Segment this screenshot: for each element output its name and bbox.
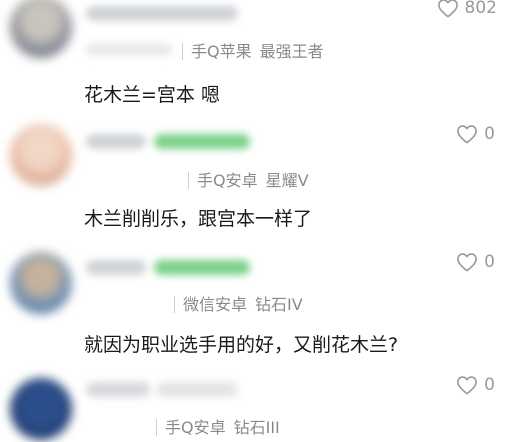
user-badge-blurred (154, 260, 250, 275)
username-blurred[interactable] (86, 6, 238, 21)
user-level-blurred (86, 44, 172, 55)
like-count: 0 (484, 375, 495, 395)
rank-label: 钻石III (233, 418, 280, 437)
user-badge-blurred (156, 382, 238, 397)
comment-meta: 手Q苹果 最强王者 (182, 38, 324, 62)
comment-meta: 手Q安卓 星耀V (188, 167, 309, 191)
avatar[interactable] (10, 124, 72, 186)
user-badge-blurred (154, 134, 250, 149)
device-label: 手Q苹果 (191, 42, 252, 61)
comment-feed: 手Q苹果 最强王者 花木兰=宫本 嗯 802 手Q安卓 星耀V 木兰削削乐，跟宫本一… (0, 0, 529, 442)
avatar[interactable] (10, 378, 72, 440)
device-label: 微信安卓 (183, 295, 248, 314)
username-blurred[interactable] (86, 260, 146, 275)
like-count: 802 (464, 0, 497, 18)
comment-meta: 微信安卓 钻石IV (174, 291, 303, 315)
username-blurred[interactable] (86, 134, 146, 149)
heart-outline-icon (456, 375, 478, 395)
rank-label: 最强王者 (259, 42, 324, 61)
comment-item: 手Q安卓 星耀V 木兰削削乐，跟宫本一样了 0 (0, 110, 529, 240)
comment-text: 木兰削削乐，跟宫本一样了 (84, 208, 313, 230)
like-button[interactable]: 0 (456, 124, 495, 144)
meta-divider (174, 296, 175, 313)
username-blurred[interactable] (86, 382, 150, 397)
like-count: 0 (484, 124, 495, 144)
meta-divider (156, 419, 157, 436)
like-button[interactable]: 0 (456, 252, 495, 272)
avatar[interactable] (10, 252, 72, 314)
meta-divider (182, 43, 183, 60)
comment-text: 就因为职业选手用的好，又削花木兰? (84, 334, 399, 356)
comment-item: 手Q安卓 钻石III 0 (0, 370, 529, 442)
like-button[interactable]: 802 (437, 0, 497, 18)
device-label: 手Q安卓 (165, 418, 226, 437)
heart-outline-icon (456, 124, 478, 144)
comment-item: 手Q苹果 最强王者 花木兰=宫本 嗯 802 (0, 0, 529, 110)
avatar[interactable] (10, 0, 72, 58)
comment-meta: 手Q安卓 钻石III (156, 414, 280, 438)
like-count: 0 (484, 252, 495, 272)
comment-item: 微信安卓 钻石IV 就因为职业选手用的好，又削花木兰? 0 (0, 240, 529, 370)
meta-divider (188, 172, 189, 189)
device-label: 手Q安卓 (197, 171, 258, 190)
heart-outline-icon (456, 252, 478, 272)
rank-label: 钻石IV (255, 295, 303, 314)
heart-outline-icon (437, 0, 459, 18)
comment-text: 花木兰=宫本 嗯 (84, 84, 220, 106)
rank-label: 星耀V (265, 171, 309, 190)
like-button[interactable]: 0 (456, 375, 495, 395)
